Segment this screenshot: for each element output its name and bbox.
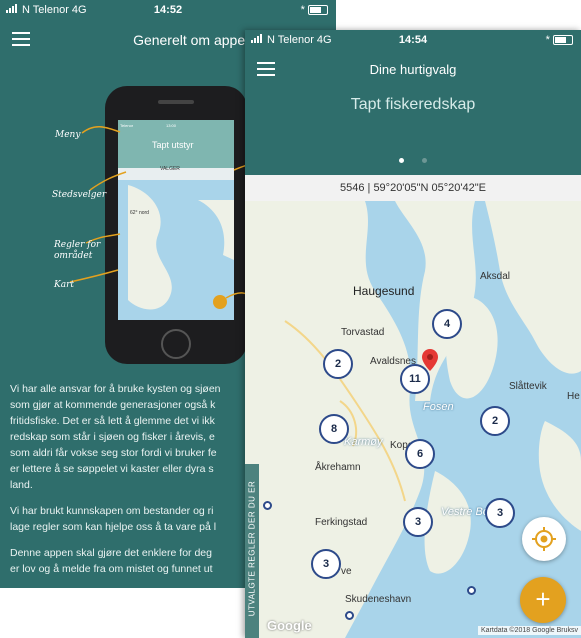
battery-indicator: *: [301, 4, 328, 16]
coordinate-bar: 5546 | 59°20'05"N 05°20'42"E: [245, 175, 581, 201]
mockup-status: Telenor: [120, 123, 134, 128]
annotation-rules-2: området: [54, 251, 93, 261]
map-view[interactable]: Aksdal Haugesund Torvastad Avaldsnes Slå…: [245, 201, 581, 638]
selected-rules-tab[interactable]: UTVALGTE REGLER DER DU ER: [245, 464, 259, 638]
top-nav: Dine hurtigvalg: [245, 52, 581, 86]
mockup-picker: VALGER: [160, 166, 180, 172]
annotation-rules: Regler for: [54, 240, 101, 250]
cluster-marker[interactable]: 3: [311, 549, 341, 579]
battery-icon: [553, 35, 573, 46]
annotation-menu: Meny: [55, 130, 81, 140]
map-label-he: He: [567, 391, 580, 402]
annotation-area-picker: Stedsvelger: [52, 190, 107, 200]
google-logo: Google: [267, 618, 312, 633]
battery-indicator: *: [546, 34, 573, 46]
quick-choices-screen: N Telenor 4G 14:54 * Dine hurtigvalg Tap…: [245, 30, 581, 638]
cluster-marker[interactable]: 3: [485, 498, 515, 528]
my-location-button[interactable]: [522, 517, 566, 561]
status-bar: N Telenor 4G 14:52 *: [0, 0, 336, 20]
map-point-marker[interactable]: [467, 586, 476, 595]
mockup-title: Tapt utstyr: [152, 140, 194, 150]
page-title: Dine hurtigvalg: [369, 62, 457, 77]
map-point-marker[interactable]: [263, 501, 272, 510]
crosshair-icon: [532, 527, 556, 551]
map-label-torvastad: Torvastad: [341, 327, 385, 338]
page-dot[interactable]: [422, 158, 427, 163]
cluster-marker[interactable]: 2: [323, 349, 353, 379]
clock: 14:52: [153, 4, 183, 16]
menu-icon[interactable]: [12, 32, 30, 46]
location-pin-icon[interactable]: [422, 349, 438, 371]
clock: 14:54: [398, 34, 428, 46]
map-label-slattevik: Slåttevik: [509, 381, 547, 392]
map-label-haugesund: Haugesund: [353, 284, 415, 298]
map-attribution[interactable]: Kartdata ©2018 Google Bruksv: [478, 626, 581, 635]
page-dot-active[interactable]: [399, 158, 404, 163]
cluster-marker[interactable]: 6: [405, 439, 435, 469]
map-label-skudeneshavn: Skudeneshavn: [345, 594, 412, 605]
status-bar: N Telenor 4G 14:54 *: [245, 30, 581, 50]
annotation-map: Kart: [54, 280, 75, 290]
cluster-marker[interactable]: 3: [403, 507, 433, 537]
cluster-marker[interactable]: 2: [480, 406, 510, 436]
cluster-marker[interactable]: 8: [319, 414, 349, 444]
map-land: [245, 201, 581, 638]
map-label-ferkingstad: Ferkingstad: [315, 517, 368, 528]
add-button[interactable]: +: [520, 577, 566, 623]
map-label-karmoy: Karmøy: [344, 436, 383, 448]
quick-choice-title[interactable]: Tapt fiskeredskap: [245, 96, 581, 114]
battery-icon: [308, 5, 328, 16]
mockup-latlon: 62° nord: [130, 210, 149, 216]
map-label-akrehamn: Åkrehamn: [315, 462, 361, 473]
cluster-marker[interactable]: 4: [432, 309, 462, 339]
map-label-ve: ve: [341, 566, 352, 577]
mockup-time: 13:00: [166, 123, 177, 128]
map-label-fosen: Fosen: [423, 401, 454, 413]
map-label-aksdal: Aksdal: [480, 271, 511, 282]
page-indicator[interactable]: [245, 150, 581, 168]
map-point-marker[interactable]: [345, 611, 354, 620]
